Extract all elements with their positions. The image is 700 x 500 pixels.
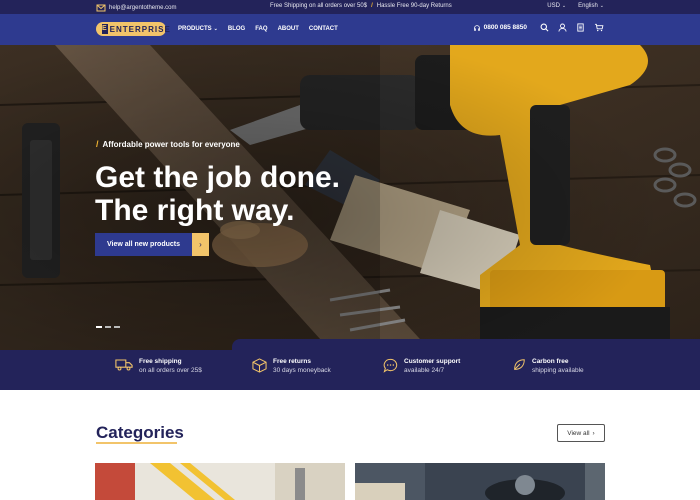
view-new-products-button[interactable]: View all new products › (95, 233, 210, 256)
currency-value: USD (547, 3, 560, 9)
hero-title: Get the job done. The right way. (95, 161, 395, 227)
slide-dot[interactable] (96, 326, 102, 328)
nav-about[interactable]: ABOUT (278, 26, 299, 32)
chevron-down-icon: ⌄ (213, 26, 218, 32)
categories-heading: Categories (96, 423, 184, 442)
hero-kicker: / Affordable power tools for everyone (96, 139, 240, 149)
feature-subtitle: shipping available (532, 367, 584, 374)
slash-divider-icon: / (371, 3, 373, 9)
category-card[interactable] (95, 463, 345, 500)
hero-kicker-text: Affordable power tools for everyone (102, 139, 240, 149)
feature-title: Carbon free (532, 358, 569, 365)
hero-title-line1: Get the job done. (95, 161, 340, 194)
feature-title: Free returns (273, 358, 311, 365)
category-image (95, 463, 345, 500)
phone-link[interactable]: 0800 085 8850 (473, 24, 527, 32)
chevron-right-icon: › (192, 233, 210, 256)
category-image (355, 463, 605, 500)
logo-text: ENTERPRISE (109, 24, 171, 34)
hero-title-line2: The right way. (95, 194, 295, 227)
hero-banner: / Affordable power tools for everyone Ge… (0, 45, 700, 350)
cart-icon[interactable] (594, 23, 604, 32)
compare-icon[interactable] (576, 23, 585, 32)
promo-returns: Hassle Free 90-day Returns (376, 3, 452, 9)
user-icon[interactable] (558, 23, 567, 32)
nav-blog[interactable]: BLOG (228, 26, 245, 32)
feature-customer-support: Customer support available 24/7 (383, 358, 460, 374)
features-tab-shape (232, 339, 700, 351)
slash-accent-icon: / (96, 139, 99, 149)
contact-email[interactable]: help@argentotheme.com (96, 3, 176, 13)
features-strip: Free shipping on all orders over 25$ Free… (0, 339, 700, 390)
logo-mark-icon: E (102, 24, 108, 34)
currency-select[interactable]: USD ⌄ (547, 3, 566, 9)
chevron-down-icon: ⌄ (561, 3, 567, 9)
feature-free-shipping: Free shipping on all orders over 25$ (115, 358, 202, 374)
nav-products-label: PRODUCTS (178, 26, 212, 32)
feature-subtitle: available 24/7 (404, 367, 445, 374)
slide-dot[interactable] (114, 326, 120, 328)
box-icon (252, 358, 267, 373)
headset-icon (473, 24, 480, 31)
feature-carbon-free: Carbon free shipping available (512, 358, 584, 374)
category-card[interactable] (355, 463, 605, 500)
heading-underline (96, 442, 177, 444)
language-value: English (578, 3, 598, 9)
chat-icon (383, 358, 398, 373)
feature-free-returns: Free returns 30 days moneyback (252, 358, 331, 374)
mail-icon (96, 4, 106, 12)
cta-label: View all new products (95, 233, 193, 256)
view-all-categories-button[interactable]: View all › (557, 424, 605, 442)
nav-products[interactable]: PRODUCTS ⌄ (178, 26, 218, 32)
leaf-icon (514, 359, 525, 370)
site-logo[interactable]: E ENTERPRISE (96, 22, 170, 36)
promo-strip: Free Shipping on all orders over 50$ / H… (270, 3, 452, 9)
nav-faq[interactable]: FAQ (255, 26, 267, 32)
feature-subtitle: on all orders over 25$ (139, 367, 202, 374)
email-text: help@argentotheme.com (109, 5, 177, 11)
main-nav: PRODUCTS ⌄ BLOG FAQ ABOUT CONTACT (178, 26, 338, 32)
feature-subtitle: 30 days moneyback (273, 367, 331, 374)
slide-dot[interactable] (105, 326, 111, 328)
nav-contact[interactable]: CONTACT (309, 26, 338, 32)
truck-icon (115, 359, 133, 371)
phone-number: 0800 085 8850 (483, 24, 527, 31)
chevron-right-icon: › (592, 429, 595, 437)
main-header: E ENTERPRISE PRODUCTS ⌄ BLOG FAQ ABOUT CON… (0, 14, 700, 45)
slider-pagination (96, 326, 120, 328)
chevron-down-icon: ⌄ (599, 3, 604, 9)
promo-shipping: Free Shipping on all orders over 50$ (270, 3, 368, 9)
feature-title: Free shipping (139, 358, 182, 365)
search-icon[interactable] (540, 23, 549, 32)
view-all-label: View all (567, 429, 590, 437)
top-bar: help@argentotheme.com Free Shipping on a… (0, 0, 700, 14)
feature-title: Customer support (404, 358, 461, 365)
language-select[interactable]: English ⌄ (578, 3, 604, 9)
